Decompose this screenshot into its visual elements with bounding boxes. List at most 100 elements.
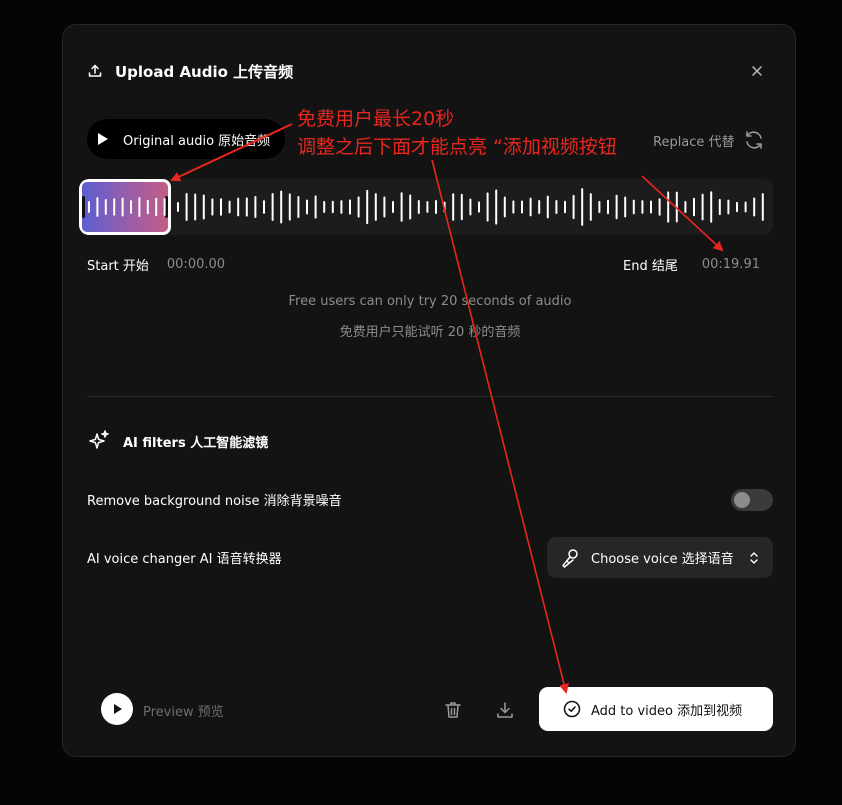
add-to-video-button[interactable]: Add to video 添加到视频	[539, 687, 773, 731]
waveform-bar	[469, 198, 472, 216]
waveform-bar	[306, 199, 308, 215]
ai-filters-header: AI filters 人工智能滤镜	[87, 429, 268, 453]
waveform-bar	[521, 200, 523, 214]
waveform-bar	[675, 191, 678, 223]
waveform-bar	[589, 193, 592, 221]
waveform-bar	[374, 193, 377, 221]
selection-bar	[130, 200, 132, 214]
original-audio-label: Original audio 原始音频	[123, 133, 271, 149]
waveform-bar	[314, 195, 317, 219]
waveform-bar	[495, 189, 498, 225]
selection-bar	[96, 197, 99, 217]
preview-play-button[interactable]	[101, 693, 133, 725]
waveform-bar	[658, 198, 661, 216]
waveform-bar	[443, 201, 446, 213]
selection-bar	[138, 197, 141, 217]
audio-waveform[interactable]	[79, 179, 773, 235]
start-time-row: Start 开始 00:00.00	[87, 255, 225, 274]
selection-bar	[121, 197, 124, 217]
waveform-bar	[400, 192, 403, 222]
waveform-bar	[512, 200, 515, 214]
voice-changer-label: AI voice changer AI 语音转换器	[87, 552, 282, 567]
waveform-bar	[624, 196, 627, 218]
waveform-bar	[271, 193, 274, 221]
end-time: 00:19.91	[701, 257, 760, 272]
trash-icon	[443, 700, 463, 720]
upload-icon	[87, 63, 103, 79]
replace-audio-button[interactable]: Replace 代替	[653, 129, 765, 151]
download-button[interactable]	[493, 698, 517, 722]
selection-bars	[88, 197, 166, 217]
toggle-knob	[734, 492, 750, 508]
preview-label: Preview 预览	[143, 705, 224, 720]
waveform-bar	[435, 199, 437, 215]
waveform-bar	[581, 188, 584, 226]
waveform-bar	[177, 202, 179, 212]
waveform-bar	[744, 201, 747, 213]
annotation-line-2: 调整之后下面才能点亮 “添加视频按钮	[297, 136, 617, 158]
waveform-bar	[684, 201, 687, 213]
waveform-bar	[297, 195, 300, 219]
free-limit-notice-zh: 免费用户只能试听 20 秒的音频	[339, 325, 521, 340]
waveform-bar	[650, 200, 652, 214]
play-icon	[113, 703, 123, 715]
waveform-bar	[529, 197, 532, 217]
check-circle-icon	[563, 700, 581, 718]
refresh-icon	[743, 129, 765, 151]
waveform-bar	[555, 200, 558, 214]
waveform-bar	[460, 193, 463, 221]
waveform-bar	[615, 194, 618, 220]
close-button[interactable]	[747, 61, 767, 81]
divider	[87, 396, 773, 397]
waveform-bar	[263, 200, 265, 214]
original-audio-button[interactable]: Original audio 原始音频	[87, 119, 285, 159]
chevron-up-down-icon	[749, 551, 759, 565]
annotation-line-1: 免费用户最长20秒	[297, 108, 455, 130]
waveform-bars	[177, 188, 764, 226]
ai-filters-title: AI filters 人工智能滤镜	[123, 435, 269, 451]
waveform-bar	[452, 193, 455, 221]
play-icon	[95, 132, 111, 146]
waveform-bar	[228, 200, 231, 214]
waveform-bar	[349, 199, 351, 215]
replace-label: Replace 代替	[653, 134, 735, 150]
dialog-header: Upload Audio 上传音频	[87, 59, 293, 83]
waveform-bar	[194, 193, 197, 221]
waveform-bar	[538, 199, 541, 215]
waveform-bar	[641, 200, 644, 214]
waveform-bar	[220, 198, 222, 216]
waveform-bar	[280, 190, 283, 224]
waveform-bar	[202, 194, 205, 220]
choose-voice-select[interactable]: Choose voice 选择语音	[547, 537, 773, 578]
close-icon	[751, 65, 763, 77]
waveform-bar	[409, 194, 412, 220]
waveform-bar	[340, 200, 343, 214]
selection-bar	[146, 199, 149, 215]
waveform-bar	[693, 197, 695, 217]
waveform-bar	[245, 197, 248, 217]
selection-bar	[155, 197, 158, 217]
waveform-bar	[736, 201, 738, 213]
delete-button[interactable]	[441, 698, 465, 722]
add-to-video-label: Add to video 添加到视频	[591, 703, 743, 719]
selection-bar	[113, 198, 116, 216]
waveform-bar	[718, 198, 721, 216]
waveform-bar	[254, 196, 257, 218]
waveform-bar	[426, 201, 429, 213]
choose-voice-value: Choose voice 选择语音	[591, 552, 734, 567]
waveform-bar	[323, 201, 326, 213]
waveform-bar	[667, 191, 670, 223]
waveform-bar	[546, 195, 549, 219]
free-limit-notice-en: Free users can only try 20 seconds of au…	[288, 294, 572, 309]
waveform-bar	[727, 199, 730, 215]
waveform-bar	[701, 193, 704, 221]
noise-removal-toggle[interactable]	[731, 489, 773, 511]
sparkle-icon	[87, 429, 111, 453]
microphone-icon	[559, 547, 581, 569]
waveform-bar	[503, 196, 506, 218]
waveform-bar	[211, 198, 214, 216]
waveform-bar	[383, 196, 386, 218]
selection-bar	[104, 198, 107, 216]
trim-selection[interactable]	[79, 179, 171, 235]
waveform-bar	[632, 199, 635, 215]
